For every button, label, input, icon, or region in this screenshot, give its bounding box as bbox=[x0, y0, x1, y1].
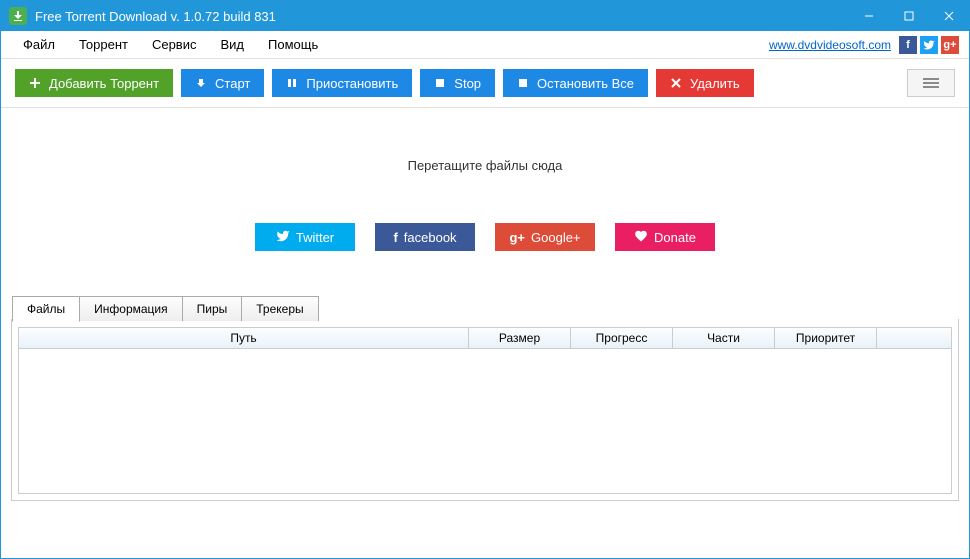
column-size[interactable]: Размер bbox=[469, 328, 571, 348]
menu-service[interactable]: Сервис bbox=[140, 33, 209, 56]
column-empty[interactable] bbox=[877, 328, 951, 348]
app-icon bbox=[9, 7, 27, 25]
btn-label: facebook bbox=[404, 230, 457, 245]
window-title: Free Torrent Download v. 1.0.72 build 83… bbox=[35, 9, 849, 24]
google-button[interactable]: g+ Google+ bbox=[495, 223, 595, 251]
facebook-icon: f bbox=[393, 230, 397, 245]
window-controls bbox=[849, 1, 969, 31]
column-path[interactable]: Путь bbox=[19, 328, 469, 348]
stop-icon bbox=[517, 77, 529, 89]
files-table: Путь Размер Прогресс Части Приоритет bbox=[12, 321, 958, 500]
dropzone[interactable]: Перетащите файлы сюда Twitter f facebook … bbox=[1, 108, 969, 281]
website-link[interactable]: www.dvdvideosoft.com bbox=[769, 38, 891, 52]
btn-label: Добавить Торрент bbox=[49, 76, 159, 91]
toolbar: Добавить Торрент Старт Приостановить Sto… bbox=[1, 59, 969, 108]
pause-icon bbox=[286, 77, 298, 89]
add-torrent-button[interactable]: Добавить Торрент bbox=[15, 69, 173, 97]
tab-info[interactable]: Информация bbox=[79, 296, 182, 321]
btn-label: Остановить Все bbox=[537, 76, 634, 91]
donate-button[interactable]: Donate bbox=[615, 223, 715, 251]
menu-file[interactable]: Файл bbox=[11, 33, 67, 56]
btn-label: Stop bbox=[454, 76, 481, 91]
btn-label: Twitter bbox=[296, 230, 334, 245]
plus-icon bbox=[29, 77, 41, 89]
stop-all-button[interactable]: Остановить Все bbox=[503, 69, 648, 97]
btn-label: Старт bbox=[215, 76, 250, 91]
googleplus-icon[interactable]: g+ bbox=[941, 36, 959, 54]
facebook-button[interactable]: f facebook bbox=[375, 223, 475, 251]
minimize-button[interactable] bbox=[849, 1, 889, 31]
maximize-button[interactable] bbox=[889, 1, 929, 31]
menu-help[interactable]: Помощь bbox=[256, 33, 330, 56]
menu-view[interactable]: Вид bbox=[208, 33, 256, 56]
close-button[interactable] bbox=[929, 1, 969, 31]
share-buttons: Twitter f facebook g+ Google+ Donate bbox=[255, 223, 715, 251]
google-icon: g+ bbox=[509, 230, 525, 245]
btn-label: Приостановить bbox=[306, 76, 398, 91]
twitter-icon bbox=[276, 229, 290, 246]
btn-label: Google+ bbox=[531, 230, 581, 245]
table-body bbox=[18, 349, 952, 494]
details-panel: Файлы Информация Пиры Трекеры Путь Разме… bbox=[11, 319, 959, 501]
twitter-icon[interactable] bbox=[920, 36, 938, 54]
facebook-icon[interactable]: f bbox=[899, 36, 917, 54]
stop-icon bbox=[434, 77, 446, 89]
menu-button[interactable] bbox=[907, 69, 955, 97]
download-icon bbox=[195, 77, 207, 89]
titlebar: Free Torrent Download v. 1.0.72 build 83… bbox=[1, 1, 969, 31]
tab-peers[interactable]: Пиры bbox=[182, 296, 243, 321]
dropzone-text: Перетащите файлы сюда bbox=[408, 158, 563, 173]
start-button[interactable]: Старт bbox=[181, 69, 264, 97]
social-icons: f g+ bbox=[899, 36, 959, 54]
menu-torrent[interactable]: Торрент bbox=[67, 33, 140, 56]
column-priority[interactable]: Приоритет bbox=[775, 328, 877, 348]
close-icon bbox=[670, 77, 682, 89]
stop-button[interactable]: Stop bbox=[420, 69, 495, 97]
tabs: Файлы Информация Пиры Трекеры bbox=[12, 296, 958, 321]
column-parts[interactable]: Части bbox=[673, 328, 775, 348]
tab-files[interactable]: Файлы bbox=[12, 296, 80, 322]
pause-button[interactable]: Приостановить bbox=[272, 69, 412, 97]
btn-label: Удалить bbox=[690, 76, 740, 91]
column-progress[interactable]: Прогресс bbox=[571, 328, 673, 348]
menubar: Файл Торрент Сервис Вид Помощь www.dvdvi… bbox=[1, 31, 969, 59]
btn-label: Donate bbox=[654, 230, 696, 245]
table-header: Путь Размер Прогресс Части Приоритет bbox=[18, 327, 952, 349]
tab-trackers[interactable]: Трекеры bbox=[241, 296, 318, 321]
heart-icon bbox=[634, 229, 648, 246]
twitter-button[interactable]: Twitter bbox=[255, 223, 355, 251]
delete-button[interactable]: Удалить bbox=[656, 69, 754, 97]
